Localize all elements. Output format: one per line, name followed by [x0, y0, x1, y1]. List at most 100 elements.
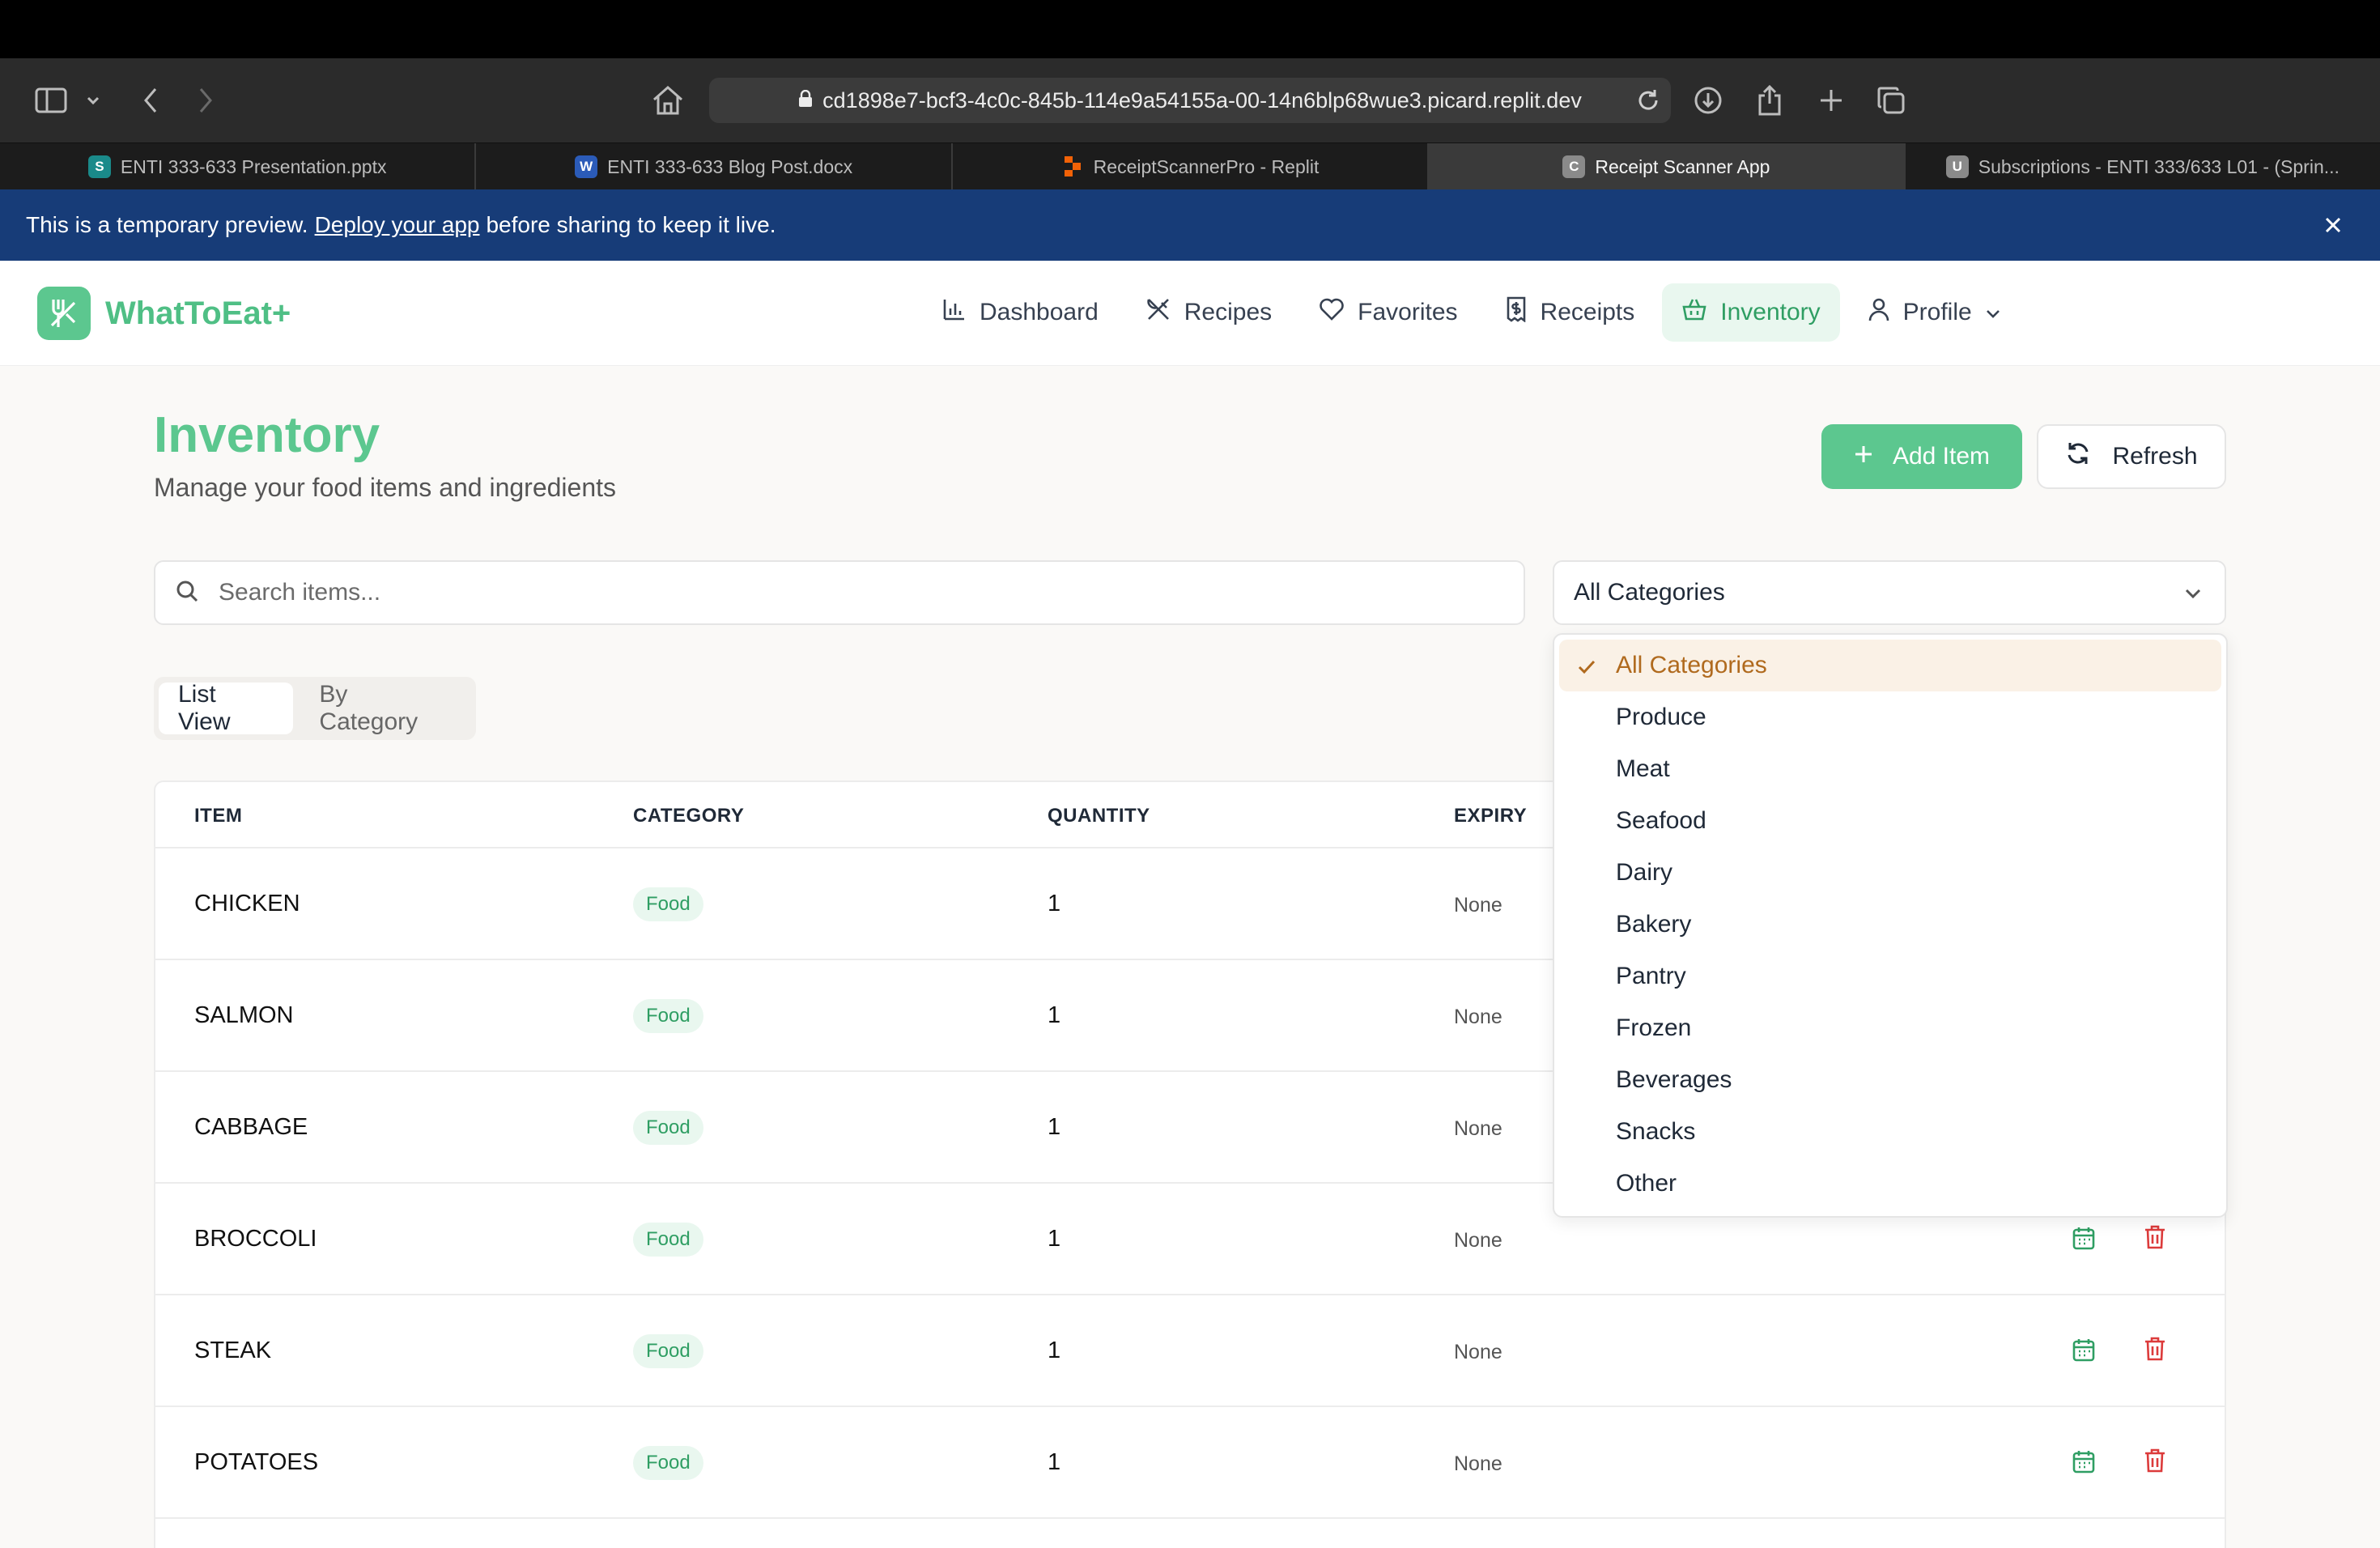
- home-icon[interactable]: [648, 76, 688, 125]
- screen-top-bar: [0, 0, 2380, 58]
- item-quantity: 1: [1048, 891, 1061, 916]
- browser-tab[interactable]: S ENTI 333-633 Presentation.pptx: [0, 143, 477, 190]
- tab-favicon: C: [1562, 155, 1586, 178]
- trash-icon[interactable]: [2144, 1448, 2166, 1478]
- category-badge: Food: [633, 1223, 703, 1257]
- category-select[interactable]: All Categories: [1553, 560, 2226, 625]
- nav-favorites[interactable]: Favorites: [1299, 283, 1477, 342]
- browser-toolbar: cd1898e7-bcf3-4c0c-845b-114e9a54155a-00-…: [0, 58, 2380, 142]
- column-header-item: ITEM: [194, 805, 243, 827]
- bar-chart-icon: [942, 297, 967, 328]
- category-option-bakery[interactable]: Bakery: [1559, 899, 2221, 950]
- nav-label: Inventory: [1720, 299, 1821, 325]
- chevron-down-icon: [1985, 299, 2001, 326]
- refresh-label: Refresh: [2112, 443, 2198, 470]
- category-badge: Food: [633, 1334, 703, 1368]
- refresh-button[interactable]: Refresh: [2037, 424, 2226, 489]
- back-icon[interactable]: [134, 76, 167, 125]
- column-header-category: CATEGORY: [633, 805, 745, 827]
- add-item-button[interactable]: Add Item: [1821, 424, 2022, 489]
- address-bar[interactable]: cd1898e7-bcf3-4c0c-845b-114e9a54155a-00-…: [709, 78, 1671, 123]
- nav-receipts[interactable]: Receipts: [1485, 283, 1655, 342]
- new-tab-icon[interactable]: [1813, 76, 1849, 125]
- chevron-down-icon[interactable]: [81, 76, 105, 125]
- tab-overview-icon[interactable]: [1873, 76, 1909, 125]
- nav-dashboard[interactable]: Dashboard: [923, 283, 1118, 342]
- calendar-icon[interactable]: [2072, 1449, 2095, 1478]
- heart-icon: [1319, 297, 1345, 328]
- item-name: SALMON: [194, 1002, 294, 1028]
- share-icon[interactable]: [1752, 76, 1787, 125]
- nav-recipes[interactable]: Recipes: [1126, 283, 1291, 342]
- tab-label: Receipt Scanner App: [1595, 155, 1770, 177]
- category-option-frozen[interactable]: Frozen: [1559, 1002, 2221, 1054]
- calendar-icon[interactable]: [2072, 1226, 2095, 1254]
- close-icon[interactable]: [2318, 211, 2348, 240]
- item-expiry: None: [1454, 1452, 1502, 1475]
- column-header-expiry: EXPIRY: [1454, 805, 1528, 827]
- category-badge: Food: [633, 1446, 703, 1480]
- trash-icon[interactable]: [2144, 1336, 2166, 1366]
- item-name: CHICKEN: [194, 891, 300, 916]
- browser-tab[interactable]: W ENTI 333-633 Blog Post.docx: [476, 143, 953, 190]
- tab-favicon: U: [1945, 155, 1969, 178]
- category-option-produce[interactable]: Produce: [1559, 691, 2221, 743]
- app-logo[interactable]: WhatToEat+: [37, 287, 291, 340]
- browser-tab-active[interactable]: C Receipt Scanner App: [1429, 143, 1906, 190]
- tab-by-category[interactable]: By Category: [300, 681, 471, 735]
- deploy-link[interactable]: Deploy your app: [315, 212, 480, 238]
- basket-icon: [1681, 297, 1707, 328]
- user-icon: [1868, 296, 1890, 329]
- word-icon: W: [575, 155, 598, 178]
- replit-icon: [1061, 155, 1084, 178]
- category-badge: Food: [633, 999, 703, 1033]
- refresh-icon: [2065, 440, 2091, 473]
- category-option-snacks[interactable]: Snacks: [1559, 1106, 2221, 1158]
- nav-inventory[interactable]: Inventory: [1662, 283, 1840, 342]
- item-name: STEAK: [194, 1337, 272, 1363]
- forward-icon[interactable]: [189, 76, 222, 125]
- tab-label: ENTI 333-633 Blog Post.docx: [607, 155, 853, 177]
- category-option-pantry[interactable]: Pantry: [1559, 950, 2221, 1002]
- nav-profile[interactable]: Profile: [1848, 283, 2021, 342]
- main-nav: Dashboard Recipes Favorites Receipts Inv…: [923, 283, 2021, 342]
- download-icon[interactable]: [1690, 76, 1726, 125]
- tab-label: Subscriptions - ENTI 333/633 L01 - (Spri…: [1978, 155, 2340, 177]
- item-quantity: 1: [1048, 1449, 1061, 1475]
- lock-icon: [798, 89, 813, 112]
- item-expiry: None: [1454, 1229, 1502, 1252]
- view-toggle: List View By Category: [154, 677, 476, 740]
- item-quantity: 1: [1048, 1337, 1061, 1363]
- category-option-beverages[interactable]: Beverages: [1559, 1054, 2221, 1106]
- sidebar-toggle-icon[interactable]: [31, 76, 71, 125]
- app-name: WhatToEat+: [105, 295, 291, 331]
- banner-text-after: before sharing to keep it live.: [486, 212, 776, 237]
- category-option-dairy[interactable]: Dairy: [1559, 847, 2221, 899]
- utensils-logo-icon: [37, 287, 91, 340]
- add-item-label: Add Item: [1892, 443, 1991, 470]
- reload-icon[interactable]: [1635, 87, 1661, 117]
- category-option-meat[interactable]: Meat: [1559, 743, 2221, 795]
- category-dropdown-menu: All Categories Produce Meat Seafood Dair…: [1553, 633, 2228, 1218]
- banner-text: This is a temporary preview.: [26, 212, 308, 237]
- item-expiry: None: [1454, 1006, 1502, 1028]
- tab-list-view[interactable]: List View: [159, 681, 294, 735]
- nav-label: Profile: [1902, 299, 1972, 325]
- calendar-icon[interactable]: [2072, 1337, 2095, 1366]
- tab-label: ReceiptScannerPro - Replit: [1093, 155, 1320, 177]
- sharepoint-icon: S: [87, 155, 111, 178]
- browser-tab[interactable]: U Subscriptions - ENTI 333/633 L01 - (Sp…: [1906, 143, 2380, 190]
- search-input[interactable]: [219, 579, 1433, 606]
- category-badge: Food: [633, 1111, 703, 1145]
- check-icon: [1577, 656, 1596, 683]
- browser-tab[interactable]: ReceiptScannerPro - Replit: [953, 143, 1430, 190]
- search-icon: [175, 579, 199, 607]
- category-option-all[interactable]: All Categories: [1559, 640, 2221, 691]
- trash-icon[interactable]: [2144, 1224, 2166, 1254]
- category-option-seafood[interactable]: Seafood: [1559, 795, 2221, 847]
- category-option-other[interactable]: Other: [1559, 1158, 2221, 1210]
- item-expiry: None: [1454, 894, 1502, 916]
- search-field[interactable]: [154, 560, 1525, 625]
- item-quantity: 1: [1048, 1002, 1061, 1028]
- nav-label: Dashboard: [980, 299, 1099, 325]
